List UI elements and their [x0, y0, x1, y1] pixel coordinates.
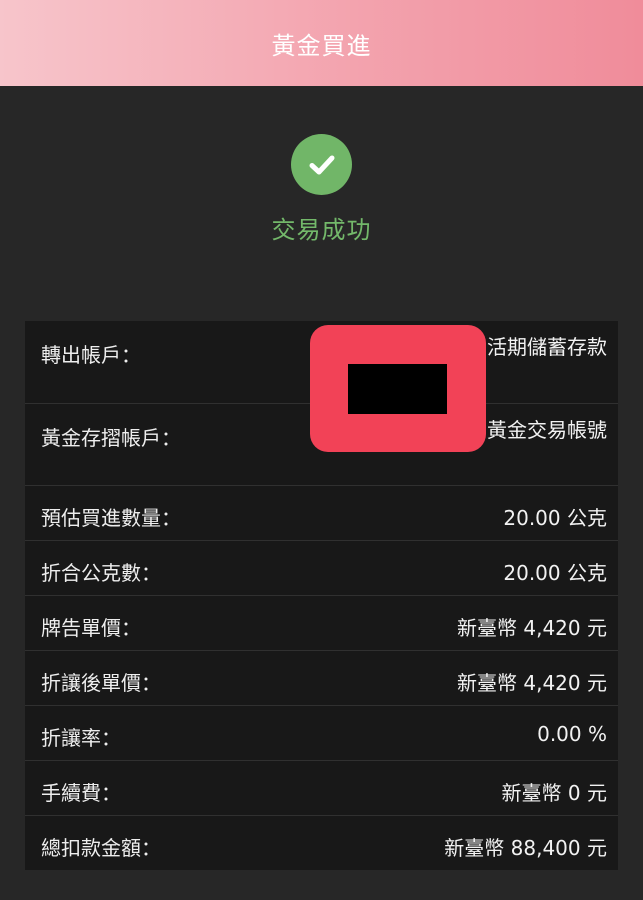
detail-row-estimated-quantity: 預估買進數量： 20.00 公克	[25, 485, 618, 540]
page-title: 黃金買進	[271, 31, 372, 60]
detail-value: 黃金交易帳號	[487, 418, 607, 442]
detail-value: 新臺幣 4,420 元	[457, 671, 607, 695]
detail-label: 折讓率：	[41, 726, 121, 750]
detail-value: 0.00 %	[537, 722, 607, 746]
check-circle-icon	[291, 134, 352, 195]
detail-label: 折合公克數：	[41, 561, 161, 585]
detail-row-discounted-price: 折讓後單價： 新臺幣 4,420 元	[25, 650, 618, 705]
detail-row-grams: 折合公克數： 20.00 公克	[25, 540, 618, 595]
detail-value: 新臺幣 4,420 元	[457, 616, 607, 640]
app-header: 黃金買進	[0, 0, 643, 86]
detail-value: 新臺幣 88,400 元	[444, 836, 607, 860]
redaction-overlay	[310, 325, 486, 452]
detail-row-listed-price: 牌告單價： 新臺幣 4,420 元	[25, 595, 618, 650]
detail-label: 預估買進數量：	[41, 506, 181, 530]
detail-label: 黃金存摺帳戶：	[41, 426, 181, 450]
detail-value: 20.00 公克	[503, 561, 607, 585]
detail-value: 新臺幣 0 元	[501, 781, 607, 805]
detail-row-discount-rate: 折讓率： 0.00 %	[25, 705, 618, 760]
detail-label: 總扣款金額：	[41, 836, 161, 860]
detail-value: 活期儲蓄存款	[487, 335, 607, 359]
detail-row-total-debit: 總扣款金額： 新臺幣 88,400 元	[25, 815, 618, 870]
success-message: 交易成功	[271, 216, 372, 244]
detail-label: 折讓後單價：	[41, 671, 161, 695]
detail-row-fee: 手續費： 新臺幣 0 元	[25, 760, 618, 815]
detail-value: 20.00 公克	[503, 506, 607, 530]
redaction-block	[348, 364, 447, 414]
detail-label: 牌告單價：	[41, 616, 141, 640]
detail-label: 轉出帳戶：	[41, 343, 141, 367]
detail-label: 手續費：	[41, 781, 121, 805]
